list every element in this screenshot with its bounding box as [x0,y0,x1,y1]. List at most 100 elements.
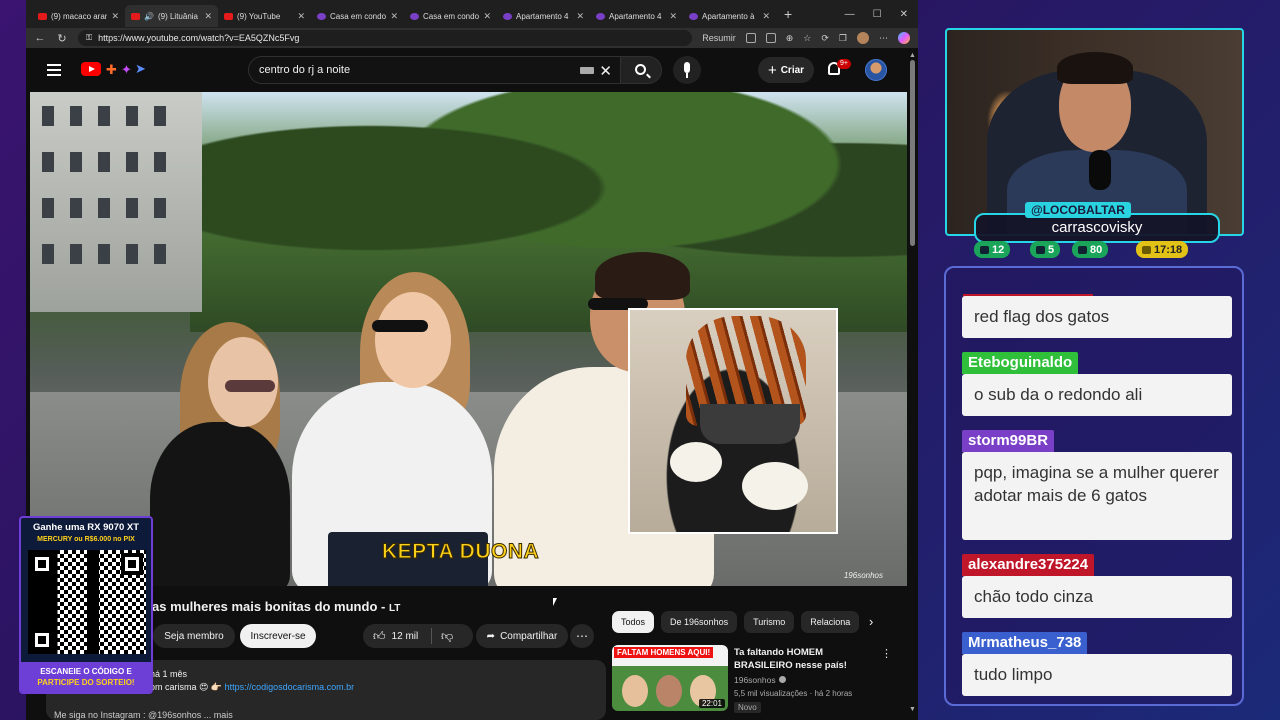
close-tab-icon[interactable]: ✕ [669,11,677,22]
more-actions-button[interactable]: ⋯ [570,624,594,648]
chip-channel[interactable]: De 196sonhos [661,611,738,633]
browser-menu-icon[interactable]: ⋯ [879,33,888,44]
chat-username: alexandre375224 [962,554,1095,576]
video-player[interactable]: KEPTA DUONA 196sonhos [30,92,907,586]
browser-tab[interactable]: Apartamento à ✕ [683,5,776,27]
page-scrollbar[interactable] [910,60,915,246]
browser-tab[interactable]: Casa em condon ✕ [404,5,497,27]
qr-code [28,550,146,654]
close-tab-icon[interactable]: ✕ [762,11,770,22]
minimize-icon[interactable]: — [845,9,855,20]
close-tab-icon[interactable]: ✕ [111,11,119,22]
dz-icon [410,12,419,20]
browser-tab[interactable]: (9) YouTube ✕ [218,5,311,27]
streamer-hair [1057,52,1133,84]
dz-icon [689,12,698,20]
new-tab-button[interactable]: + [784,6,792,22]
chip-tourism[interactable]: Turismo [744,611,795,633]
window-controls: — ☐ ✕ [845,9,918,20]
keyboard-icon[interactable] [580,67,594,74]
url-text: https://www.youtube.com/watch?v=EA5QZNc5… [98,33,300,43]
maximize-icon[interactable]: ☐ [873,9,882,20]
dz-icon [503,12,512,20]
copilot-icon[interactable] [898,32,910,44]
related-video-thumbnail[interactable]: FALTAM HOMENS AQUI! 22:01 [612,645,728,711]
favorite-star-icon[interactable]: ☆ [803,33,811,44]
apps-icon[interactable] [765,33,776,43]
browser-tab[interactable]: (9) macaco aran ✕ [32,5,125,27]
zoom-icon[interactable]: ⊕ [786,33,794,44]
chat-username: Eteboguinaldo [962,352,1079,374]
dz-icon [596,12,605,20]
chevron-right-icon[interactable]: › [869,614,873,629]
notification-badge: 9+ [837,59,851,69]
description-more[interactable]: Me siga no Instagram : @196sonhos ... ma… [54,710,233,720]
chat-message: tudo limpo [962,654,1232,696]
extension-icon[interactable]: ✚ [106,62,117,78]
chat-message: red flag dos gatos [962,296,1232,338]
search-icon [635,64,646,75]
subscribe-button[interactable]: Inscrever-se [240,624,316,648]
like-button[interactable]: 👍︎ 12 mil 👎︎ [363,624,473,648]
verified-icon [778,676,786,683]
toolbar-right: Resumir ⊕ ☆ ⟳ ❐ ⋯ [702,32,910,44]
scroll-up-arrow[interactable]: ▲ [909,52,916,59]
related-channel[interactable]: 196sonhos [734,675,786,685]
chip-related[interactable]: Relaciona [801,611,860,633]
back-icon[interactable]: ← [34,32,46,44]
search-button[interactable] [620,56,662,84]
thumbs-up-icon: 👍︎ [373,628,386,643]
join-button[interactable]: Seja membro [153,624,235,648]
summarize-button[interactable]: Resumir [702,33,736,43]
close-tab-icon[interactable]: ✕ [204,11,212,22]
browser-tab[interactable]: Apartamento 4 ✕ [590,5,683,27]
puzzle-icon[interactable]: ✦ [121,62,132,78]
microphone [1089,150,1111,190]
food-inset-image [628,308,838,534]
related-video-title[interactable]: Ta faltando HOMEM BRASILEIRO nesse país! [734,646,864,672]
collections-icon[interactable]: ❐ [839,33,847,44]
close-tab-icon[interactable]: ✕ [297,11,305,22]
extension-icon[interactable] [745,33,756,43]
close-window-icon[interactable]: ✕ [900,9,908,20]
chip-all[interactable]: Todos [612,611,655,633]
stat-chat: 12 [974,241,1011,258]
mouse-cursor [553,598,561,606]
browser-tab-active[interactable]: 🔊 (9) Lituânia ✕ [125,5,218,27]
youtube-logo[interactable] [81,62,101,76]
share-button[interactable]: ➦ Compartilhar [476,624,568,648]
close-tab-icon[interactable]: ✕ [483,11,491,22]
giveaway-qr-card: Ganhe uma RX 9070 XT MERCURY ou R$6.000 … [19,516,153,694]
browser-window: (9) macaco aran ✕ 🔊 (9) Lituânia ✕ (9) YouT… [26,0,918,720]
chat-message: chão todo cinza [962,576,1232,618]
scroll-down-arrow[interactable]: ▼ [909,706,916,713]
refresh-extension-icon[interactable]: ⟳ [821,33,829,44]
clear-search-icon[interactable]: ✕ [599,62,612,80]
youtube-header: ✚ ✦ ➤ centro do rj a noite ✕ + Criar 9+ [26,48,918,92]
description-link[interactable]: https://codigosdocarisma.com.br [225,682,355,692]
browser-tab[interactable]: Casa em condon ✕ [311,5,404,27]
search-query: centro do rj a noite [259,64,351,76]
close-tab-icon[interactable]: ✕ [390,11,398,22]
qr-finder [31,553,53,575]
site-info-icon[interactable]: ⚿ [86,33,92,43]
thumbs-down-icon[interactable]: 👎︎ [441,629,453,644]
url-field[interactable]: ⚿ https://www.youtube.com/watch?v=EA5QZN… [78,30,693,46]
profile-avatar[interactable] [857,32,869,44]
description-line: om carisma 😍 👉🏻 https://codigosdocarisma… [150,682,355,692]
video-scene-building [30,92,202,312]
create-button[interactable]: + Criar [758,57,814,83]
reload-icon[interactable]: ↻ [56,32,68,45]
promo-headline: Ganhe uma RX 9070 XT [32,522,140,533]
send-icon[interactable]: ➤ [135,61,146,77]
speaker-icon[interactable]: 🔊 [144,12,154,21]
browser-tab[interactable]: Apartamento 4 ✕ [497,5,590,27]
menu-icon[interactable] [47,64,61,76]
qr-finder [121,553,143,575]
kebab-menu-icon[interactable]: ⋮ [881,647,892,660]
voice-search-button[interactable] [673,56,701,84]
close-tab-icon[interactable]: ✕ [576,11,584,22]
account-avatar[interactable] [865,59,887,81]
search-input[interactable]: centro do rj a noite ✕ [248,56,621,84]
chat-message: pqp, imagina se a mulher querer adotar m… [962,452,1232,540]
